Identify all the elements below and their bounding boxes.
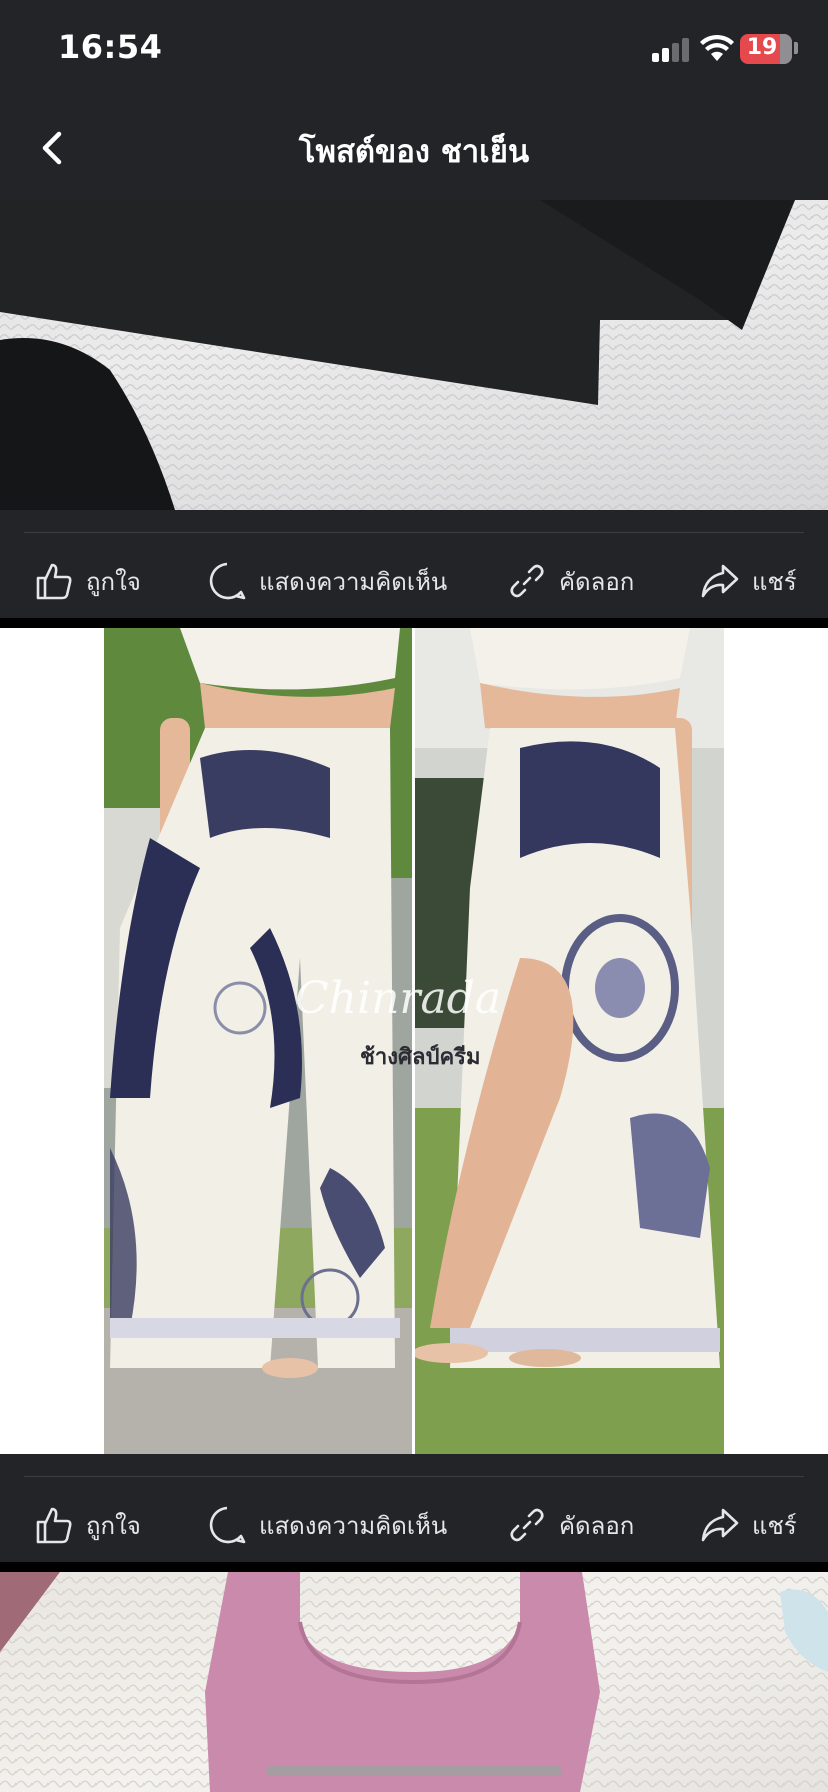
thumbs-up-icon (36, 1507, 72, 1544)
link-icon (510, 1508, 544, 1542)
like-button[interactable]: ถูกใจ (34, 554, 141, 608)
photo-pink-top (0, 1572, 828, 1792)
divider (24, 1476, 804, 1477)
thumbs-up-icon (36, 563, 72, 600)
wifi-icon (700, 34, 734, 61)
product-caption: ช้างศิลป์ครีม (360, 1044, 480, 1070)
link-icon (510, 564, 544, 598)
post-photo[interactable] (0, 200, 828, 510)
post-photo[interactable]: Chinrada ช้างศิลป์ครีม (0, 628, 828, 1454)
share-label: แชร์ (752, 567, 797, 596)
divider (24, 532, 804, 533)
comment-label: แสดงความคิดเห็น (259, 1511, 448, 1540)
comment-label: แสดงความคิดเห็น (259, 567, 448, 596)
speech-bubble-icon (209, 562, 246, 600)
battery-level: 19 (746, 35, 778, 60)
speech-bubble-icon (209, 1506, 246, 1544)
page-title: โพสต์ของ ชาเย็น (298, 134, 530, 170)
watermark-text: Chinrada (295, 973, 501, 1024)
cellular-signal-icon (652, 38, 692, 62)
status-time: 16:54 (58, 28, 163, 66)
photo-black-pants (0, 200, 828, 510)
post-separator (0, 1562, 828, 1572)
copy-label: คัดลอก (559, 1511, 635, 1540)
post-photo[interactable] (0, 1572, 828, 1792)
like-label: ถูกใจ (86, 1511, 141, 1540)
like-button[interactable]: ถูกใจ (34, 1498, 141, 1552)
photo-elephant-pants: Chinrada ช้างศิลป์ครีม (104, 628, 724, 1454)
battery-icon: 19 (740, 34, 792, 64)
comment-button[interactable]: แสดงความคิดเห็น (207, 554, 447, 608)
copy-label: คัดลอก (559, 567, 635, 596)
post-separator (0, 618, 828, 628)
post-action-bar: ถูกใจ แสดงความคิดเห็น คัดลอก แชร์ (0, 1454, 828, 1572)
share-button[interactable]: แชร์ (700, 1498, 797, 1552)
like-label: ถูกใจ (86, 567, 141, 596)
status-bar: 16:54 19 (0, 0, 828, 100)
share-label: แชร์ (752, 1511, 797, 1540)
comment-button[interactable]: แสดงความคิดเห็น (207, 1498, 447, 1552)
home-indicator[interactable] (266, 1766, 562, 1776)
share-button[interactable]: แชร์ (700, 554, 797, 608)
nav-header: โพสต์ของ ชาเย็น (0, 100, 828, 200)
post-action-bar: ถูกใจ แสดงความคิดเห็น คัดลอก แชร์ (0, 510, 828, 628)
copy-link-button[interactable]: คัดลอก (507, 554, 634, 608)
battery-tip (794, 42, 798, 54)
share-arrow-icon (701, 1508, 739, 1542)
copy-link-button[interactable]: คัดลอก (507, 1498, 634, 1552)
share-arrow-icon (701, 564, 739, 598)
